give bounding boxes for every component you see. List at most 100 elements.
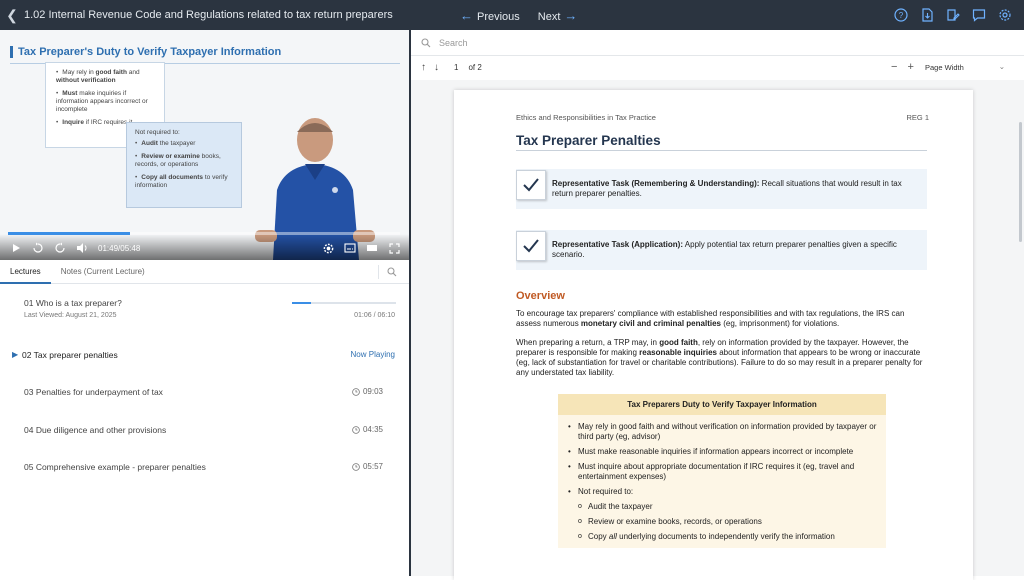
video-right-controls xyxy=(322,242,400,254)
duration-text: 09:03 xyxy=(362,387,383,396)
slide-bullet: Must make inquiries if information appea… xyxy=(56,90,156,114)
info-bullet: Must make reasonable inquiries if inform… xyxy=(568,447,886,457)
pdf-viewer: Search ↑ ↓ 1 of 2 − + Page Width ⌄ Ethics… xyxy=(411,30,1024,580)
slide-card-not-required: Not required to: Audit the taxpayer Revi… xyxy=(126,122,242,208)
zoom-select-value: Page Width xyxy=(925,63,964,72)
representative-task: Representative Task (Application): Apply… xyxy=(516,230,927,270)
overview-paragraph: When preparing a return, a TRP may, in g… xyxy=(516,338,923,377)
lecture-duration: 05:57 xyxy=(352,462,383,471)
lecture-item-active[interactable]: ▶ 02 Tax preparer penalties Now Playing xyxy=(0,338,409,376)
lecture-item[interactable]: 03 Penalties for underpayment of tax 09:… xyxy=(0,375,409,413)
info-sub-bullet: Copy all underlying documents to indepen… xyxy=(578,532,886,542)
help-icon[interactable]: ? xyxy=(894,8,908,22)
representative-task: Representative Task (Remembering & Under… xyxy=(516,169,927,209)
lecture-name: 05 Comprehensive example - preparer pena… xyxy=(24,462,206,472)
chevron-down-icon: ⌄ xyxy=(998,62,1005,71)
search-icon xyxy=(421,37,431,47)
tab-notes[interactable]: Notes (Current Lecture) xyxy=(51,260,155,284)
info-bullet: Not required to: xyxy=(568,487,886,497)
task-text: Representative Task (Application): Apply… xyxy=(552,240,897,259)
page-nav: ↑ ↓ xyxy=(421,62,439,73)
checkmark-icon xyxy=(516,170,546,200)
gear-icon[interactable] xyxy=(998,8,1012,22)
next-button[interactable]: Next → xyxy=(538,8,582,23)
lecture-last-viewed: Last Viewed: August 21, 2025 xyxy=(24,312,117,319)
lecture-progress-fill xyxy=(292,302,311,304)
lecture-time: 01:06 / 06:10 xyxy=(354,312,395,319)
lecture-name: 03 Penalties for underpayment of tax xyxy=(24,387,163,397)
play-icon[interactable] xyxy=(10,242,22,254)
tab-lectures[interactable]: Lectures xyxy=(0,260,51,284)
fullscreen-icon[interactable] xyxy=(388,242,400,254)
info-sub-bullet: Audit the taxpayer xyxy=(578,502,886,512)
info-box: Tax Preparers Duty to Verify Taxpayer In… xyxy=(558,394,886,548)
toolbar-icons: ? xyxy=(894,0,1012,30)
title-underline xyxy=(516,150,927,151)
theater-mode-icon[interactable] xyxy=(366,242,378,254)
page-header-left: Ethics and Responsibilities in Tax Pract… xyxy=(516,113,656,122)
checkmark-icon xyxy=(516,231,546,261)
lecture-item[interactable]: 04 Due diligence and other provisions 04… xyxy=(0,413,409,451)
arrow-left-icon: ← xyxy=(460,7,473,23)
slide-accent-bar xyxy=(10,46,13,58)
slide-bullet: May rely in good faith andwithout verifi… xyxy=(56,69,156,85)
info-bullet: May rely in good faith and without verif… xyxy=(568,422,886,442)
play-marker-icon: ▶ xyxy=(12,350,19,359)
left-pane: Tax Preparer's Duty to Verify Taxpayer I… xyxy=(0,30,409,576)
edit-note-icon[interactable] xyxy=(946,8,960,22)
lecture-name: 04 Due diligence and other provisions xyxy=(24,425,167,435)
video-player[interactable]: Tax Preparer's Duty to Verify Taxpayer I… xyxy=(0,30,409,260)
forward-10-icon[interactable] xyxy=(54,242,66,254)
arrow-right-icon: → xyxy=(564,7,578,23)
pdf-toolbar: ↑ ↓ 1 of 2 − + Page Width ⌄ xyxy=(411,56,1024,80)
lecture-progress-bar xyxy=(292,302,396,304)
lecture-duration: 04:35 xyxy=(352,425,383,434)
rewind-10-icon[interactable] xyxy=(32,242,44,254)
document-download-icon[interactable] xyxy=(920,8,934,22)
lecture-navigation: ← Previous Next → xyxy=(456,0,581,30)
zoom-controls: − + xyxy=(891,61,914,73)
captions-icon[interactable] xyxy=(344,242,356,254)
search-input[interactable]: Search xyxy=(439,38,468,48)
info-sub-bullet: Review or examine books, records, or ope… xyxy=(578,517,886,527)
lecture-name: 01 Who is a tax preparer? xyxy=(24,298,122,308)
task-text: Representative Task (Remembering & Under… xyxy=(552,179,902,198)
slide-bullet: Review or examine books, records, or ope… xyxy=(135,153,233,169)
lecture-duration: 09:03 xyxy=(352,387,383,396)
slide-bullet: Copy all documents to verify information xyxy=(135,174,233,190)
lecture-item[interactable]: 05 Comprehensive example - preparer pena… xyxy=(0,450,409,488)
info-box-title: Tax Preparers Duty to Verify Taxpayer In… xyxy=(558,394,886,415)
slide-card-heading: Not required to: xyxy=(135,129,180,136)
page-number-input[interactable]: 1 xyxy=(454,63,458,72)
pdf-search-bar[interactable]: Search xyxy=(411,30,1024,56)
lecture-title: 1.02 Internal Revenue Code and Regulatio… xyxy=(24,9,393,21)
back-chevron-icon[interactable]: ❮ xyxy=(0,7,24,24)
volume-icon[interactable] xyxy=(76,242,88,254)
svg-text:?: ? xyxy=(899,11,904,20)
settings-gear-icon[interactable] xyxy=(322,242,334,254)
zoom-in-icon[interactable]: + xyxy=(907,61,913,73)
video-progress-bar[interactable] xyxy=(8,232,400,235)
zoom-select[interactable]: Page Width ⌄ xyxy=(925,62,1005,72)
document-title: Tax Preparer Penalties xyxy=(516,133,661,148)
search-icon[interactable] xyxy=(378,265,401,279)
info-bullet: Must inquire about appropriate documenta… xyxy=(568,462,886,482)
arrow-up-icon[interactable]: ↑ xyxy=(421,62,426,73)
overview-heading: Overview xyxy=(516,290,565,302)
video-progress-fill xyxy=(8,232,130,235)
clock-icon xyxy=(352,462,360,471)
zoom-out-icon[interactable]: − xyxy=(891,61,897,73)
now-playing-label: Now Playing xyxy=(350,350,395,359)
previous-label: Previous xyxy=(477,10,520,23)
pdf-page: Ethics and Responsibilities in Tax Pract… xyxy=(454,90,973,580)
arrow-down-icon[interactable]: ↓ xyxy=(434,62,439,73)
clock-icon xyxy=(352,425,360,434)
page-header-right: REG 1 xyxy=(906,113,929,122)
slide-title: Tax Preparer's Duty to Verify Taxpayer I… xyxy=(18,46,282,58)
clock-icon xyxy=(352,387,360,396)
comment-icon[interactable] xyxy=(972,8,986,22)
previous-button[interactable]: ← Previous xyxy=(456,8,520,23)
top-bar: ❮ 1.02 Internal Revenue Code and Regulat… xyxy=(0,0,1024,30)
lecture-item[interactable]: 01 Who is a tax preparer? Last Viewed: A… xyxy=(0,286,409,324)
scrollbar[interactable] xyxy=(1019,122,1022,242)
